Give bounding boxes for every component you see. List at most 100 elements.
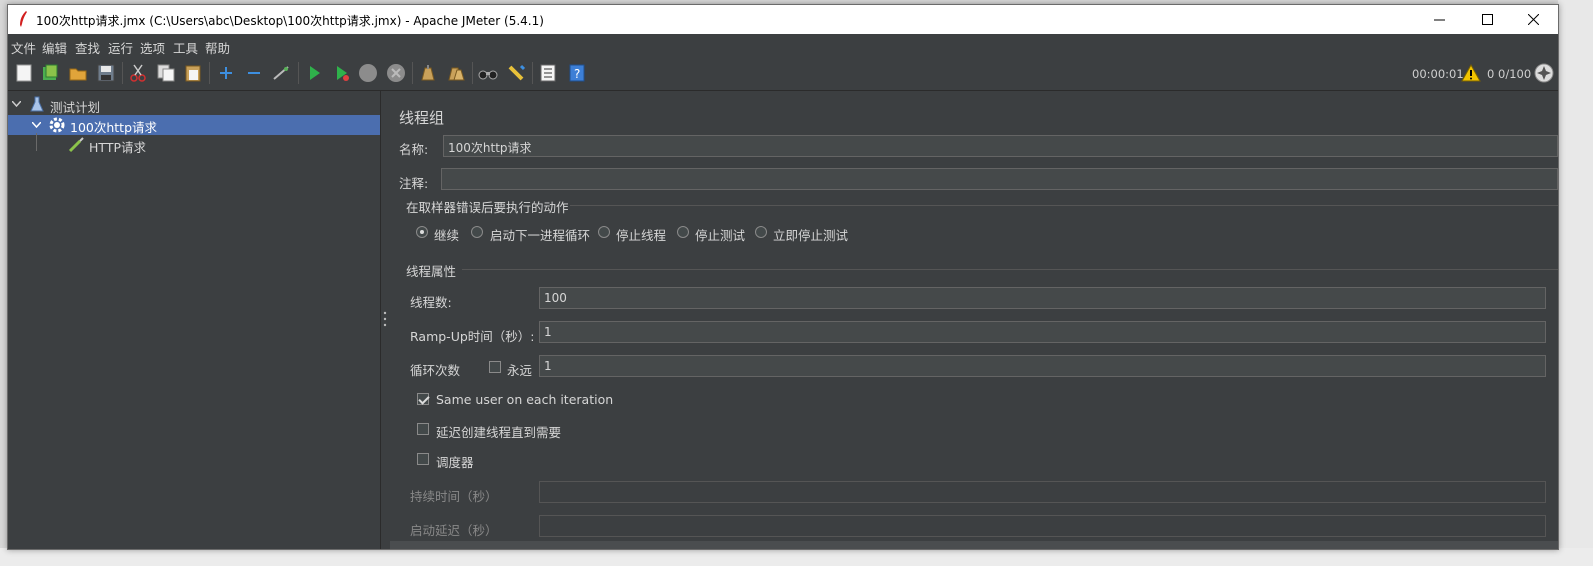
reset-search-button[interactable] [506,63,526,83]
search-button[interactable] [478,63,498,83]
thread-group-editor: 线程组 名称: 100次http请求 注释: 在取样器错误后要执行的动作 继续 … [390,91,1558,549]
menu-options[interactable]: 选项 [140,38,165,57]
close-button[interactable] [1510,5,1556,34]
comment-field[interactable] [441,168,1558,190]
radio-stop-test-now[interactable] [755,226,767,238]
error-action-group-title: 在取样器错误后要执行的动作 [406,200,569,215]
menu-edit[interactable]: 编辑 [42,38,67,57]
scheduler-checkbox[interactable] [417,453,429,465]
panel-splitter[interactable] [381,91,389,549]
horizontal-scrollbar[interactable] [390,541,1558,549]
scheduler-label: 调度器 [436,455,474,470]
shutdown-button[interactable] [386,63,406,83]
background-app-edge [1558,0,1593,566]
help-button[interactable]: ? [567,63,587,83]
name-field[interactable]: 100次http请求 [443,135,1558,157]
radio-stop-test-label: 停止测试 [695,228,746,243]
chevron-down-icon[interactable] [32,122,41,128]
menu-bar: 文件 编辑 查找 运行 选项 工具 帮助 [8,34,1558,56]
menu-help[interactable]: 帮助 [205,38,230,57]
warning-icon[interactable] [1461,64,1481,82]
function-helper-button[interactable] [538,63,558,83]
duration-field[interactable] [539,481,1546,503]
window-title: 100次http请求.jmx (C:\Users\abc\Desktop\100… [36,14,544,28]
templates-icon [43,64,58,80]
comment-label: 注释: [399,176,429,191]
tree-item-label: HTTP请求 [89,140,146,155]
forever-label: 永远 [507,363,533,378]
threads-field[interactable]: 100 [539,287,1546,309]
tree-item-label: 100次http请求 [70,120,158,135]
radio-stop-test[interactable] [677,226,689,238]
maximize-icon [1481,14,1493,25]
expand-icon [220,67,232,79]
maximize-button[interactable] [1464,5,1510,34]
collapse-all-button[interactable] [244,63,264,83]
paste-icon [185,65,201,82]
start-no-pause-icon [337,66,349,81]
clear-icon [421,65,435,81]
open-icon [69,68,87,81]
forever-checkbox[interactable] [489,361,501,373]
error-count: 0 [1487,67,1495,81]
loop-count-label: 循环次数 [410,363,461,378]
same-user-checkbox[interactable] [417,393,429,405]
elapsed-time: 00:00:01 [1412,67,1464,81]
copy-icon [157,64,175,82]
splitter-grip-icon[interactable] [383,311,387,327]
clear-all-icon [448,67,465,81]
loop-count-field[interactable]: 1 [539,355,1546,377]
menu-tools[interactable]: 工具 [173,38,198,57]
startup-delay-label: 启动延迟（秒） [410,523,498,538]
templates-button[interactable] [40,63,60,83]
startup-delay-field[interactable] [539,515,1546,537]
minimize-button[interactable] [1416,5,1462,34]
expand-all-button[interactable] [216,63,236,83]
cut-icon [130,64,146,82]
stop-button[interactable] [358,63,378,83]
page-title: 线程组 [399,109,445,127]
test-plan-tree: 测试计划 100次http请求 HTTP请求 [8,91,381,549]
threads-label: 线程数: [410,295,452,310]
radio-continue[interactable] [416,226,428,238]
name-label: 名称: [399,142,429,157]
delay-thread-creation-checkbox[interactable] [417,423,429,435]
menu-run[interactable]: 运行 [108,38,133,57]
menu-search[interactable]: 查找 [75,38,100,57]
start-no-pauses-button[interactable] [332,63,352,83]
clear-button[interactable] [418,63,438,83]
new-button[interactable] [14,63,34,83]
jmeter-window: 100次http请求.jmx (C:\Users\abc\Desktop\100… [7,4,1559,550]
radio-stop-thread-label: 停止线程 [616,228,667,243]
radio-stop-thread[interactable] [598,226,610,238]
copy-button[interactable] [156,63,176,83]
save-button[interactable] [96,63,116,83]
radio-start-next-loop[interactable] [471,226,483,238]
test-plan-icon [30,96,44,112]
reset-search-icon [508,64,525,81]
tree-item-label: 测试计划 [50,100,101,115]
toggle-icon [273,66,289,80]
title-bar: 100次http请求.jmx (C:\Users\abc\Desktop\100… [8,5,1558,34]
minimize-icon [1433,19,1445,21]
toggle-button[interactable] [271,63,291,83]
cut-button[interactable] [128,63,148,83]
clear-all-button[interactable] [446,63,466,83]
svg-text:?: ? [574,67,580,81]
open-button[interactable] [68,63,88,83]
menu-file[interactable]: 文件 [11,38,36,57]
new-icon [16,64,32,82]
thread-group-gear-icon [49,117,65,133]
stop-icon [359,64,377,82]
tree-item-test-plan[interactable]: 测试计划 [8,95,380,115]
tree-item-thread-group[interactable]: 100次http请求 [8,115,380,135]
tree-item-http-sampler[interactable]: HTTP请求 [8,133,380,155]
ramp-up-field[interactable]: 1 [539,321,1546,343]
paste-button[interactable] [183,63,203,83]
chevron-down-icon[interactable] [12,101,21,107]
ramp-up-label: Ramp-Up时间（秒）: [410,329,535,344]
start-button[interactable] [304,63,324,83]
save-icon [97,64,115,82]
active-threads: 0/100 [1498,67,1532,81]
shutdown-icon [387,64,405,82]
